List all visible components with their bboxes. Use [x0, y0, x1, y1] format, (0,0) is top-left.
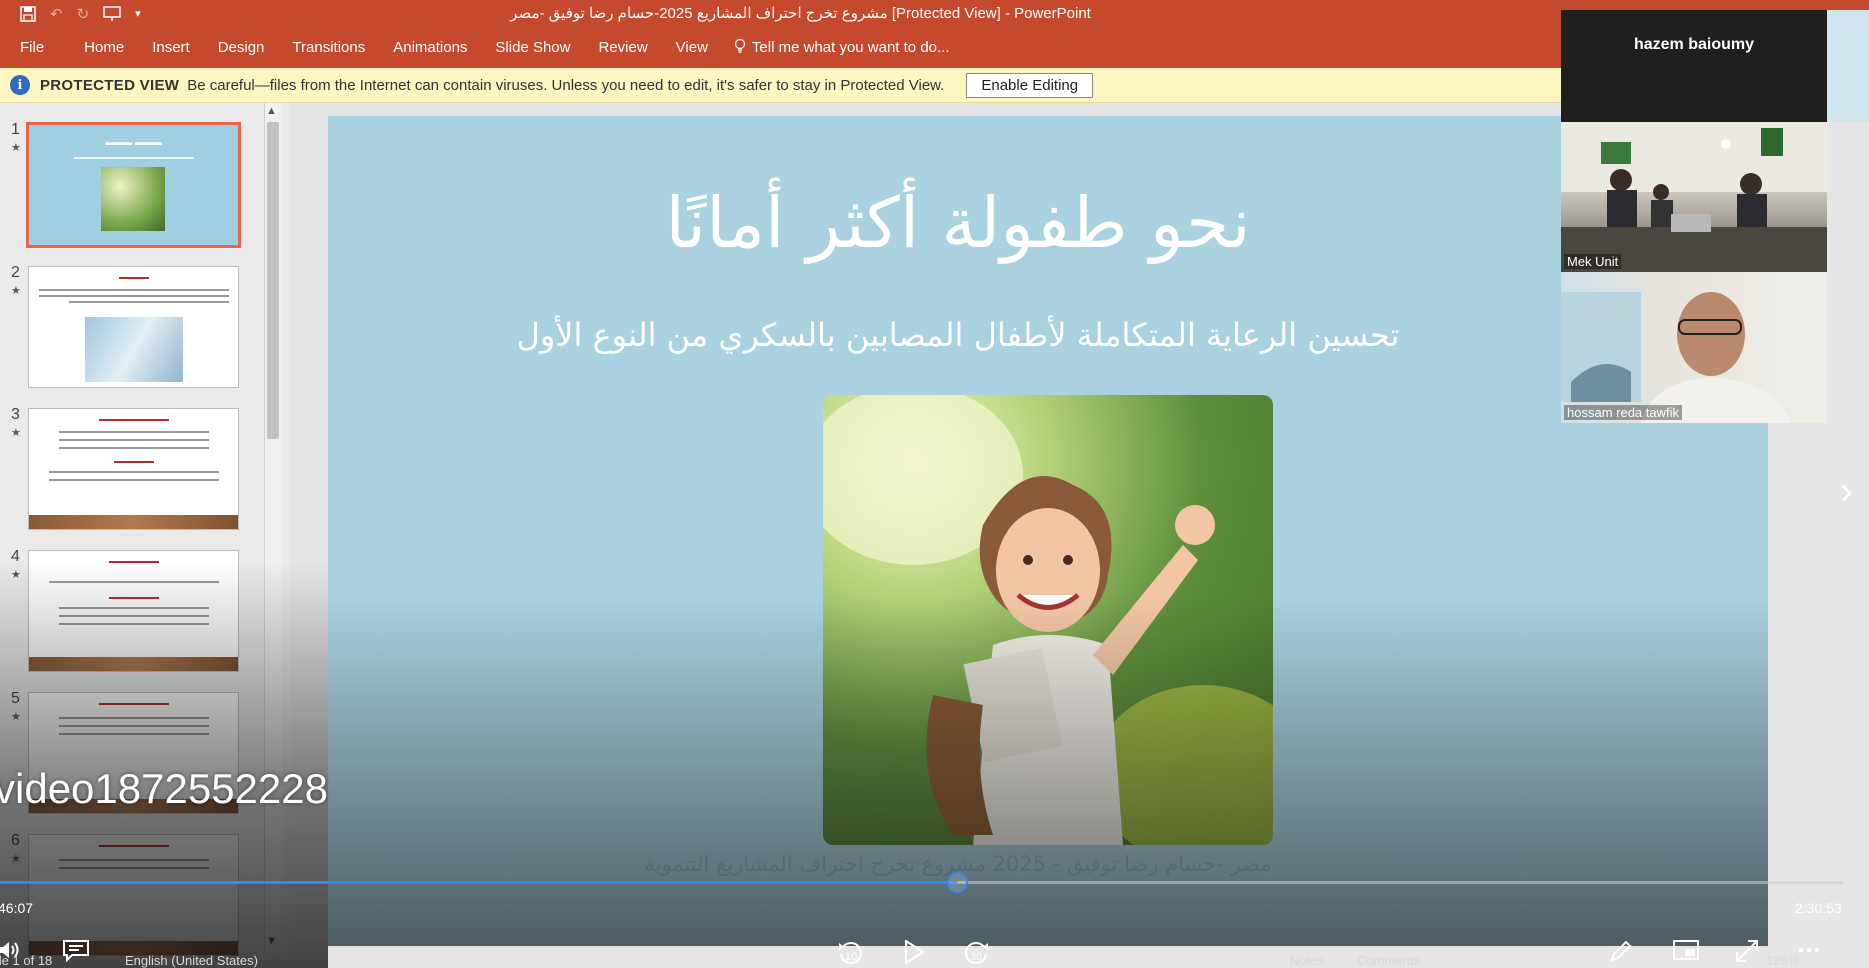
- slide-thumbnail-6[interactable]: [28, 834, 239, 956]
- tab-review[interactable]: Review: [584, 27, 661, 68]
- thumb-title: ▬▬▬ ▬▬▬: [105, 137, 162, 147]
- animation-star-icon: ★: [11, 853, 21, 865]
- thumb-line: [59, 733, 209, 735]
- thumb-line: [69, 301, 229, 303]
- meeting-room-video: [1561, 122, 1827, 272]
- thumb-line: [114, 461, 154, 463]
- time-elapsed: 46:07: [0, 900, 34, 916]
- slide-title: نحو طفولة أكثر أمانًا: [665, 182, 1251, 264]
- slide-canvas[interactable]: نحو طفولة أكثر أمانًا تحسين الرعاية المت…: [328, 116, 1768, 946]
- tell-me-text: Tell me what you want to do...: [751, 39, 950, 56]
- thumb-line: [99, 703, 169, 705]
- thumb-line: [74, 157, 194, 159]
- participant-tile[interactable]: hossam reda tawfik: [1561, 272, 1827, 423]
- thumb-line: [49, 581, 219, 583]
- screen: ↶ ↻ ▾ مشروع تخرج احتراف المشاريع 2025-حس…: [0, 0, 1869, 968]
- slide-thumbnail-4[interactable]: [28, 550, 239, 672]
- thumbnail-number: 3: [11, 406, 20, 423]
- thumb-line: [59, 725, 209, 727]
- scroll-up-icon[interactable]: ▲: [266, 105, 277, 117]
- thumbnail-number: 5: [11, 690, 20, 707]
- thumb-floor: [29, 657, 238, 671]
- video-progress-fill: [0, 881, 957, 884]
- title-bar: ↶ ↻ ▾ مشروع تخرج احتراف المشاريع 2025-حس…: [0, 0, 1561, 27]
- tab-insert[interactable]: Insert: [138, 27, 204, 68]
- slide-edge: [1827, 10, 1869, 122]
- window-title: مشروع تخرج احتراف المشاريع 2025-حسام رضا…: [510, 5, 1091, 22]
- thumbnail-number: 1: [11, 121, 20, 138]
- thumb-line: [59, 607, 209, 609]
- scrollbar-thumb[interactable]: [267, 122, 279, 439]
- animation-star-icon: ★: [11, 142, 21, 154]
- thumb-line: [59, 615, 209, 617]
- thumb-line: [99, 845, 169, 847]
- thumb-line: [59, 867, 209, 869]
- gallery-top-strip: [1561, 0, 1869, 10]
- participant-gallery: hazem baioumy Mek Unit hossam reda tawfi…: [1561, 0, 1869, 968]
- thumb-line: [39, 289, 229, 291]
- thumb-line: [109, 561, 159, 563]
- ribbon-tabs: File Home Insert Design Transitions Anim…: [0, 27, 1561, 68]
- thumb-line: [39, 295, 229, 297]
- comments-button[interactable]: Comments: [1357, 953, 1420, 968]
- slide-thumbnail-3[interactable]: [28, 408, 239, 530]
- thumb-line: [109, 597, 159, 599]
- thumb-photo: [101, 167, 165, 231]
- enable-editing-button[interactable]: Enable Editing: [966, 72, 1094, 98]
- slide-thumbnail-1[interactable]: ▬▬▬ ▬▬▬: [26, 122, 241, 248]
- tab-design[interactable]: Design: [204, 27, 279, 68]
- thumb-photo: [85, 317, 183, 382]
- thumb-line: [59, 447, 209, 449]
- thumb-line: [119, 277, 149, 279]
- slide-thumbnail-2[interactable]: [28, 266, 239, 388]
- thumbnail-number: 6: [11, 832, 20, 849]
- thumb-floor: [29, 515, 238, 529]
- thumbnail-number: 4: [11, 548, 20, 565]
- animation-star-icon: ★: [11, 569, 21, 581]
- thumb-line: [59, 439, 209, 441]
- thumb-line: [59, 717, 209, 719]
- animation-star-icon: ★: [11, 285, 21, 297]
- protected-view-bar: i PROTECTED VIEW Be careful—files from t…: [0, 68, 1561, 103]
- scroll-down-icon[interactable]: ▼: [266, 935, 277, 947]
- thumb-line: [49, 471, 219, 473]
- animation-star-icon: ★: [11, 711, 21, 723]
- tab-slide-show[interactable]: Slide Show: [481, 27, 584, 68]
- thumb-line: [99, 419, 169, 421]
- notes-button[interactable]: Notes: [1290, 953, 1324, 968]
- slide-counter: Slide 1 of 18: [0, 953, 53, 968]
- child-photo: [823, 395, 1273, 845]
- slide-thumbnail-pane: 1 ★ ▬▬▬ ▬▬▬ 2 ★ 3 ★ 4 ★ 5 ★ 6 ★: [0, 103, 290, 968]
- thumb-line: [49, 479, 219, 481]
- slide-subtitle: تحسين الرعاية المتكاملة لأطفال المصابين …: [516, 316, 1400, 354]
- chevron-right-icon[interactable]: ›: [1840, 470, 1853, 513]
- zoom-level[interactable]: 126%: [1766, 953, 1799, 968]
- webcam-video: [1561, 292, 1791, 423]
- participant-tile[interactable]: Mek Unit: [1561, 122, 1827, 272]
- protected-view-label: PROTECTED VIEW: [40, 76, 180, 94]
- language-indicator[interactable]: English (United States): [125, 953, 258, 968]
- lightbulb-icon: [734, 38, 746, 58]
- host-name: hazem baioumy: [1561, 10, 1827, 122]
- participant-name: hossam reda tawfik: [1564, 405, 1682, 420]
- tab-home[interactable]: Home: [70, 27, 138, 68]
- video-id-label: video1872552228: [0, 765, 328, 812]
- video-progress-knob[interactable]: [947, 872, 968, 893]
- thumb-line: [59, 623, 209, 625]
- tab-animations[interactable]: Animations: [379, 27, 481, 68]
- tab-view[interactable]: View: [662, 27, 722, 68]
- participant-name: Mek Unit: [1564, 254, 1622, 269]
- protected-view-message: Be careful—files from the Internet can c…: [187, 76, 945, 94]
- thumb-line: [59, 859, 209, 861]
- tab-transitions[interactable]: Transitions: [278, 27, 379, 68]
- tell-me-box[interactable]: Tell me what you want to do...: [722, 38, 950, 58]
- tab-file[interactable]: File: [0, 27, 70, 68]
- thumbnail-number: 2: [11, 264, 20, 281]
- animation-star-icon: ★: [11, 427, 21, 439]
- status-bar: Slide 1 of 18 English (United States) No…: [0, 950, 1861, 968]
- time-total: 2:30:53: [1795, 900, 1842, 916]
- info-icon: i: [10, 75, 30, 95]
- thumb-line: [59, 431, 209, 433]
